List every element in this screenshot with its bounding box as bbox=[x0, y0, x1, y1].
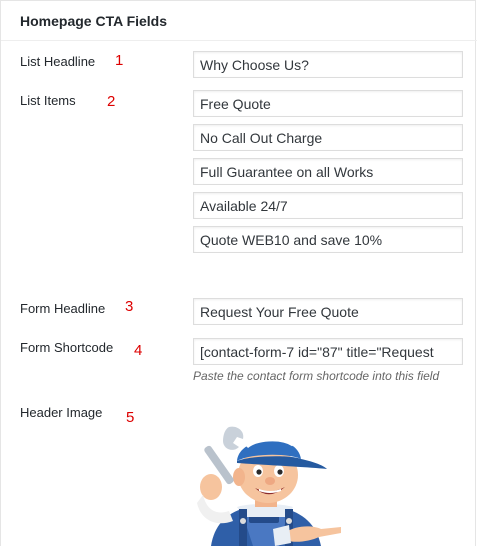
form-headline-input[interactable] bbox=[193, 298, 463, 325]
list-headline-label: List Headline bbox=[20, 54, 96, 69]
list-item-input-3[interactable] bbox=[193, 158, 463, 185]
list-items-label: List Items bbox=[20, 93, 76, 108]
list-item-input-1[interactable] bbox=[193, 90, 463, 117]
plumber-mascot-image[interactable] bbox=[193, 425, 343, 546]
panel-title: Homepage CTA Fields bbox=[20, 13, 168, 29]
form-headline-label: Form Headline bbox=[20, 301, 106, 316]
form-shortcode-label: Form Shortcode bbox=[20, 340, 114, 355]
annotation-number-5: 5 bbox=[126, 409, 135, 426]
list-item-input-4[interactable] bbox=[193, 192, 463, 219]
annotation-number-2: 2 bbox=[107, 93, 116, 110]
annotation-number-1: 1 bbox=[115, 52, 124, 69]
annotation-number-3: 3 bbox=[125, 298, 134, 315]
form-shortcode-input[interactable] bbox=[193, 338, 463, 365]
header-image-label: Header Image bbox=[20, 405, 103, 420]
form-shortcode-description: Paste the contact form shortcode into th… bbox=[193, 369, 440, 383]
panel-header[interactable]: Homepage CTA Fields bbox=[1, 1, 477, 41]
list-item-input-2[interactable] bbox=[193, 124, 463, 151]
list-item-input-5[interactable] bbox=[193, 226, 463, 253]
caret-up-icon[interactable] bbox=[453, 15, 465, 27]
list-headline-input[interactable] bbox=[193, 51, 463, 78]
annotation-number-4: 4 bbox=[134, 342, 143, 359]
